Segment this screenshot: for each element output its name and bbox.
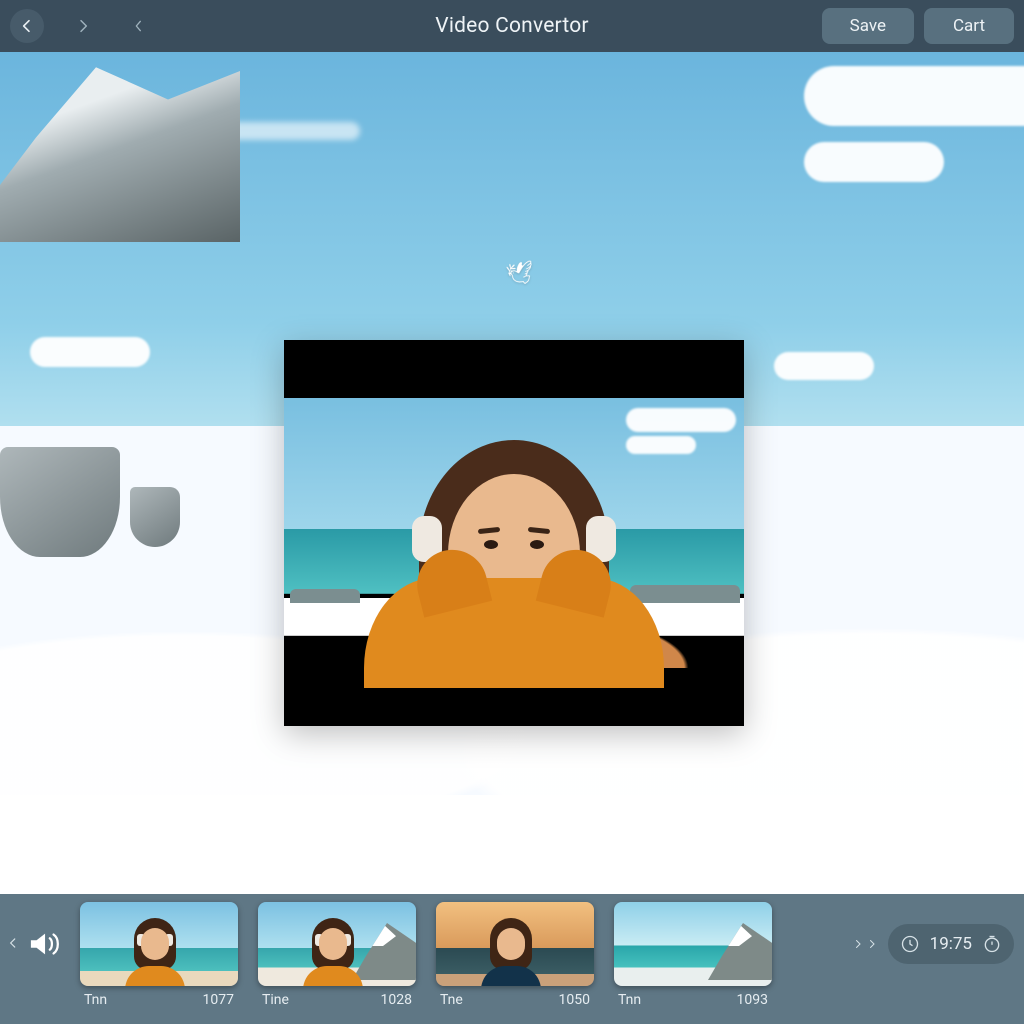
chevron-right-icon [852, 938, 864, 950]
distant-land-decoration [290, 589, 360, 603]
rock-decoration [0, 447, 120, 557]
thumbnail-item: Tnn 1093 [614, 902, 772, 1008]
header-bar: Video Convertor Save Cart [0, 0, 1024, 52]
clip-name: Tine [262, 992, 289, 1008]
clip-code: 1077 [203, 992, 234, 1008]
chevron-left-icon [6, 936, 20, 950]
thumbnail-meta: Tine 1028 [258, 986, 416, 1008]
volume-icon [29, 930, 63, 958]
clock-icon [900, 934, 920, 954]
video-preview[interactable] [284, 340, 744, 726]
app-root: Video Convertor Save Cart 🕊 [0, 0, 1024, 1024]
timer-icon [982, 934, 1002, 954]
arrow-right-icon [75, 18, 91, 34]
bird-icon: 🕊 [504, 260, 535, 289]
thumbnail-item: Tine 1028 [258, 902, 416, 1008]
volume-button[interactable] [26, 928, 66, 960]
back-button[interactable] [10, 9, 44, 43]
thumbnail-strip: Tnn 1077 Tine 1028 [76, 902, 772, 1008]
cloud-decoration [774, 352, 874, 380]
cloud-decoration [804, 142, 944, 182]
cloud-decoration [30, 337, 150, 367]
header-actions: Save Cart [822, 8, 1014, 44]
clip-code: 1050 [559, 992, 590, 1008]
cloud-decoration [804, 66, 1024, 126]
arrow-left-icon [19, 18, 35, 34]
video-content [284, 398, 744, 668]
clip-thumbnail[interactable] [614, 902, 772, 986]
clip-code: 1028 [381, 992, 412, 1008]
next-clips-button[interactable] [852, 938, 878, 950]
right-controls: 19:75 [844, 902, 1014, 986]
clip-thumbnail[interactable] [258, 902, 416, 986]
clip-thumbnail[interactable] [80, 902, 238, 986]
thumbnail-item: Tnn 1077 [80, 902, 238, 1008]
forward-button[interactable] [66, 9, 100, 43]
clip-name: Tnn [84, 992, 107, 1008]
mountain-decoration [0, 52, 240, 242]
thumbnail-item: Tne 1050 [436, 902, 594, 1008]
save-button[interactable]: Save [822, 8, 914, 44]
clip-name: Tnn [618, 992, 641, 1008]
timecode-control[interactable]: 19:75 [888, 924, 1014, 964]
thumbnail-meta: Tnn 1077 [80, 986, 238, 1008]
video-subject [364, 428, 664, 668]
prev-clip-button[interactable] [6, 935, 20, 954]
nav-group [10, 9, 156, 43]
background-scene: 🕊 [0, 52, 1024, 1024]
clip-code: 1093 [737, 992, 768, 1008]
thumbnail-meta: Tnn 1093 [614, 986, 772, 1008]
thumbnail-meta: Tne 1050 [436, 986, 594, 1008]
timeline-bar: Tnn 1077 Tine 1028 [0, 894, 1024, 1024]
cart-button[interactable]: Cart [924, 8, 1014, 44]
timecode-value: 19:75 [930, 934, 972, 954]
chevron-right-icon [866, 938, 878, 950]
rock-decoration [130, 487, 180, 547]
left-controls [4, 902, 68, 986]
clip-name: Tne [440, 992, 463, 1008]
history-back-button[interactable] [122, 9, 156, 43]
clip-thumbnail[interactable] [436, 902, 594, 986]
chevron-left-icon [131, 18, 147, 34]
